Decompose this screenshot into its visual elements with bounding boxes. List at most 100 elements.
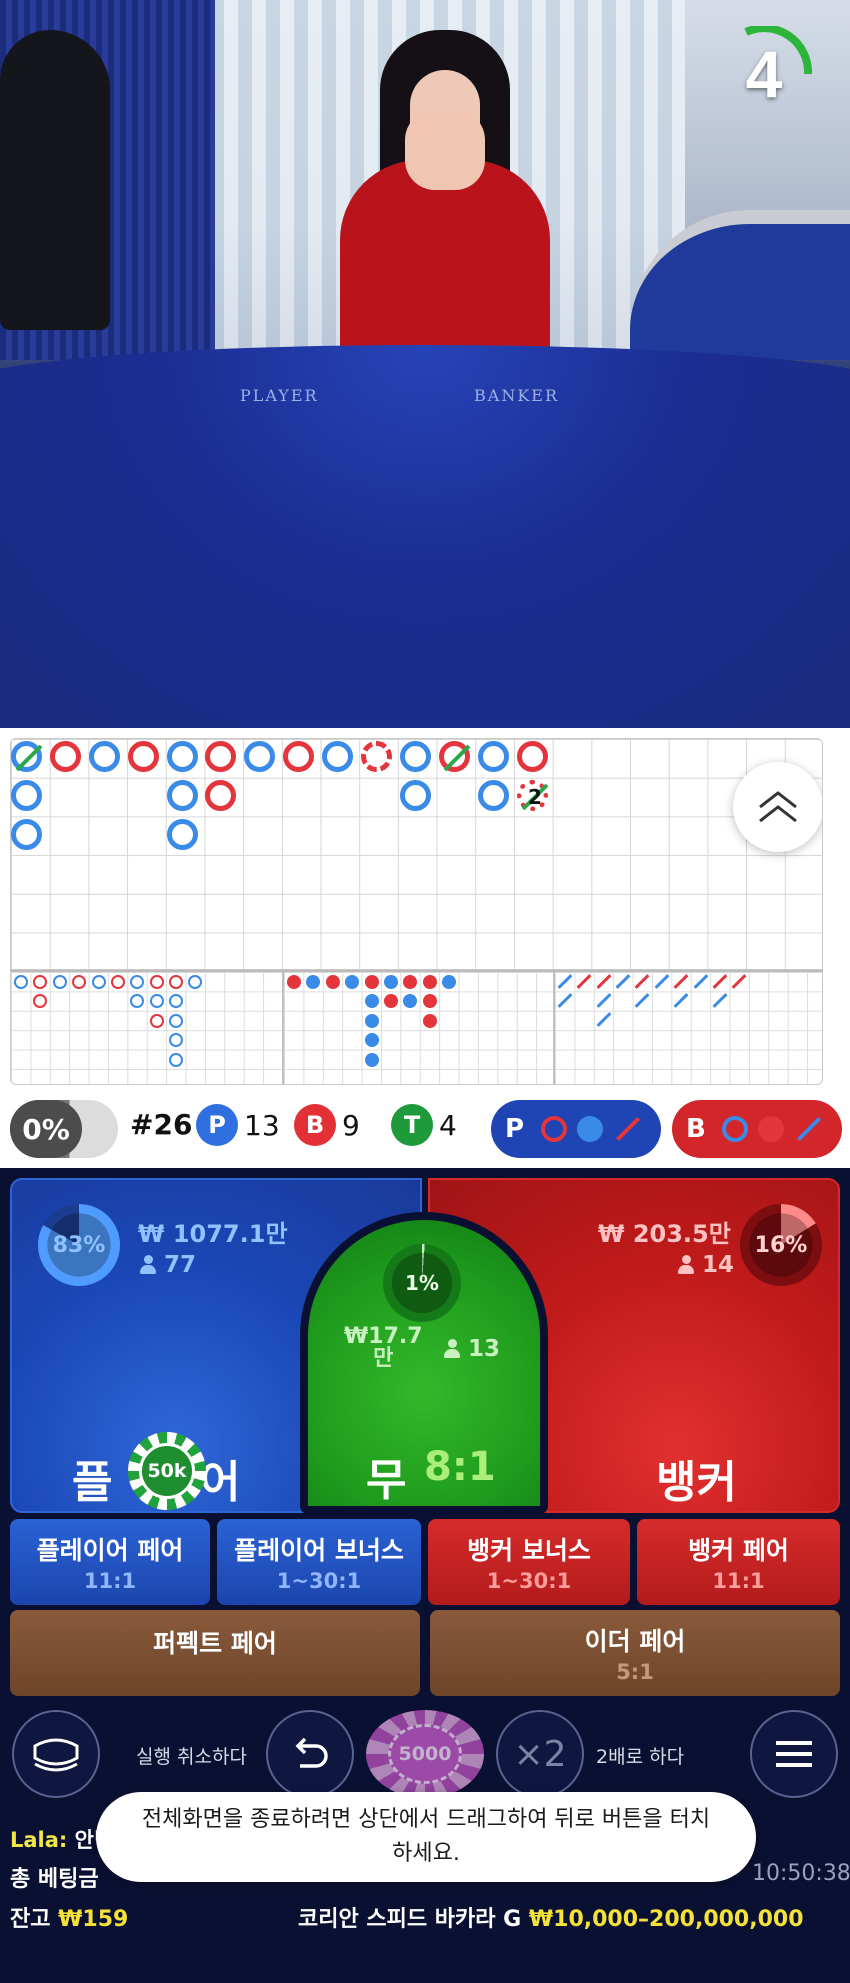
bead-banker	[205, 741, 236, 772]
banker-bettor-count: 14	[702, 1252, 735, 1278]
banker-percentage-ring: 16%	[740, 1204, 822, 1286]
bead-player	[11, 780, 42, 811]
table-view-icon	[33, 1738, 79, 1772]
tie-title: 무	[366, 1455, 407, 1506]
bead-player	[167, 780, 198, 811]
bead-banker	[283, 741, 314, 772]
tie-badge: T	[391, 1104, 433, 1146]
undo-label: 실행 취소하다	[136, 1746, 247, 1768]
bead-player	[167, 741, 198, 772]
person-icon	[444, 1339, 460, 1359]
undo-button[interactable]	[266, 1710, 354, 1798]
banker-total-amount: ₩ 203.5만	[598, 1220, 731, 1248]
placed-chip-value: 50k	[139, 1443, 195, 1499]
double-icon: ×2	[513, 1733, 567, 1775]
menu-button[interactable]	[750, 1710, 838, 1798]
countdown-timer: 4	[716, 24, 813, 122]
player-bonus-odds: 1~30:1	[276, 1569, 362, 1593]
either-pair-bet[interactable]: 이더 페어 5:1	[430, 1610, 840, 1696]
bead-player	[167, 819, 198, 850]
table-label-player: PLAYER	[240, 386, 319, 405]
bead-banker	[439, 741, 471, 772]
table-name: 코리안 스피드 바카라 G	[298, 1907, 522, 1932]
control-bar: 실행 취소하다 5000 ×2 2배로 하다	[0, 1706, 850, 1806]
perfect-pair-title: 퍼펙트 페어	[153, 1629, 277, 1658]
red-stroke-icon	[615, 1116, 641, 1142]
player-title-start: 플	[72, 1457, 113, 1508]
player-percentage: 83%	[52, 1232, 106, 1258]
tie-amount-line2: 만	[373, 1346, 394, 1371]
bead-banker	[361, 741, 392, 772]
bead-player	[244, 741, 275, 772]
player-total-amount: ₩ 1077.1만	[138, 1220, 288, 1248]
total-bet-label: 총 베팅금	[10, 1867, 99, 1892]
double-button[interactable]: ×2	[496, 1710, 584, 1798]
table-label-banker: BANKER	[474, 386, 559, 405]
player-percentage-ring: 83%	[38, 1204, 120, 1286]
player-pair-odds: 11:1	[83, 1569, 137, 1593]
player-pair-title: 플레이어 페어	[36, 1536, 184, 1565]
bead-banker	[205, 780, 236, 811]
percentage-toggle-label: 0%	[10, 1100, 82, 1158]
expand-roads-button[interactable]	[733, 762, 822, 852]
banker-pair-title: 뱅커 페어	[688, 1536, 789, 1565]
bead-player	[400, 780, 431, 811]
bead-player	[478, 780, 509, 811]
banker-badge: B	[294, 1104, 336, 1146]
banker-win-count: B 9	[294, 1104, 360, 1146]
player-pair-bet[interactable]: 플레이어 페어 11:1	[10, 1519, 210, 1605]
tie-win-count: T 4	[391, 1104, 457, 1146]
bead-banker	[50, 741, 81, 772]
big-road[interactable]: 2	[10, 738, 823, 970]
blue-stroke-icon	[796, 1116, 822, 1142]
tie-bet-area[interactable]: 1% ₩17.7 만 13 무 8:1	[300, 1212, 548, 1514]
banker-prediction-label: B	[686, 1114, 706, 1144]
baccarat-table	[0, 345, 850, 728]
betting-area: 83% ₩ 1077.1만 77 플 어 50k 16% ₩ 203.5만 14…	[0, 1168, 850, 1983]
bead-player	[478, 741, 509, 772]
bead-player	[89, 741, 120, 772]
banker-pair-bet[interactable]: 뱅커 페어 11:1	[637, 1519, 840, 1605]
bead-banker	[517, 741, 548, 772]
tie-bettors: 13	[444, 1336, 500, 1362]
bead-player	[322, 741, 353, 772]
perfect-pair-bet[interactable]: 퍼펙트 페어	[10, 1610, 420, 1696]
placed-chip[interactable]: 50k	[128, 1432, 206, 1510]
banker-prediction-button[interactable]: B	[672, 1100, 842, 1158]
bead-banker	[128, 741, 159, 772]
blue-dot-icon	[577, 1116, 603, 1142]
derived-roads[interactable]	[10, 970, 823, 1085]
tie-count: 4	[439, 1108, 457, 1142]
view-mode-button[interactable]	[12, 1710, 100, 1798]
countdown-number: 4	[745, 37, 783, 111]
player-bettors: 77	[140, 1252, 196, 1278]
banker-bonus-odds: 1~30:1	[486, 1569, 572, 1593]
player-prediction-button[interactable]: P	[491, 1100, 661, 1158]
bead-player	[11, 741, 43, 772]
bead-banker-tie: 2	[517, 780, 549, 811]
banker-bonus-bet[interactable]: 뱅커 보너스 1~30:1	[428, 1519, 630, 1605]
hamburger-menu-icon	[776, 1741, 812, 1767]
banker-percentage: 16%	[754, 1232, 808, 1258]
double-label: 2배로 하다	[596, 1746, 685, 1768]
double-chevron-up-icon	[759, 791, 797, 823]
player-bonus-bet[interactable]: 플레이어 보너스 1~30:1	[217, 1519, 421, 1605]
blue-ring-icon	[722, 1116, 748, 1142]
bead-player	[400, 741, 431, 772]
selected-chip-value: 5000	[388, 1724, 462, 1784]
tie-count-marker: 2	[528, 785, 542, 809]
tie-percentage-ring: 1%	[383, 1244, 461, 1322]
percentage-toggle[interactable]: 0%	[10, 1100, 118, 1158]
red-ring-icon	[541, 1116, 567, 1142]
banker-pair-odds: 11:1	[712, 1569, 765, 1593]
player-bonus-title: 플레이어 보너스	[234, 1536, 404, 1565]
chat-username: Lala:	[10, 1828, 68, 1852]
balance: 잔고 ₩159	[10, 1901, 128, 1933]
banker-bonus-title: 뱅커 보너스	[467, 1536, 591, 1565]
small-road	[282, 972, 553, 1084]
table-limits: ₩10,000–200,000,000	[528, 1907, 804, 1932]
either-pair-title: 이더 페어	[584, 1627, 686, 1656]
chip-selector[interactable]: 5000	[366, 1710, 484, 1798]
dealer	[340, 30, 550, 350]
tie-bettor-count: 13	[468, 1336, 501, 1362]
